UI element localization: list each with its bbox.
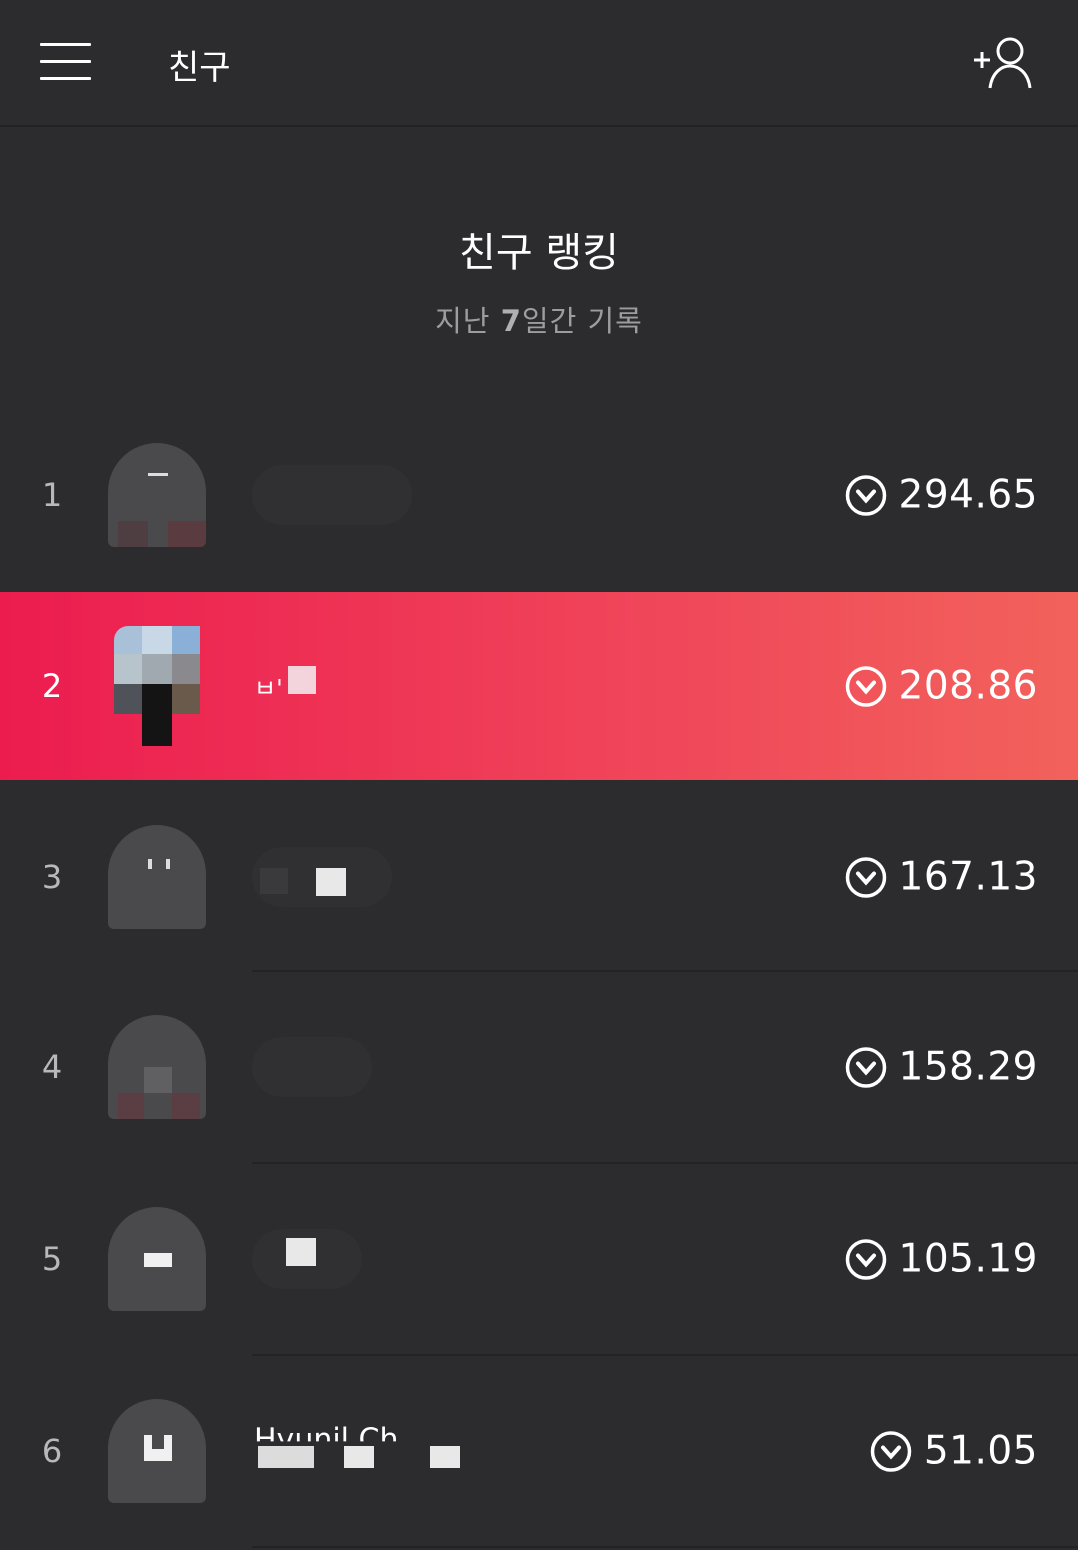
score: 294.65 (845, 473, 1038, 518)
chevron-down-circle-icon (845, 474, 886, 516)
score: 167.13 (845, 855, 1038, 900)
name-redacted (316, 868, 346, 896)
name-redacted (252, 465, 412, 525)
score: 105.19 (845, 1237, 1038, 1282)
list-item[interactable]: 4 158.29 (0, 972, 1078, 1162)
chevron-down-circle-icon (870, 1430, 912, 1472)
rank-number: 3 (41, 858, 63, 896)
avatar (108, 1207, 206, 1311)
rank-number: 6 (41, 1432, 63, 1470)
name-redacted (258, 1446, 314, 1468)
chevron-down-circle-icon (845, 1238, 886, 1280)
score: 208.86 (845, 664, 1038, 709)
list-item[interactable]: 1 294.65 (0, 400, 1078, 590)
score: 158.29 (845, 1045, 1038, 1090)
friend-name: ㅂ' (254, 674, 283, 703)
list-item[interactable]: 5 105.19 (0, 1164, 1078, 1354)
chevron-down-circle-icon (845, 1046, 886, 1088)
top-bar: 친구 (0, 0, 1078, 127)
name-redacted (260, 868, 288, 894)
add-friend-icon[interactable] (970, 34, 1040, 94)
list-item[interactable]: 3 167.13 (0, 782, 1078, 972)
name-redacted (286, 1238, 316, 1266)
score-value: 294.65 (898, 472, 1038, 518)
chevron-down-circle-icon (845, 856, 886, 898)
score-value: 51.05 (923, 1428, 1038, 1474)
chevron-down-circle-icon (845, 665, 886, 707)
rank-number: 2 (41, 667, 63, 705)
hamburger-menu-icon[interactable] (40, 43, 91, 81)
avatar (108, 626, 206, 746)
rank-number: 4 (41, 1048, 63, 1086)
score-value: 167.13 (898, 854, 1038, 900)
avatar (108, 825, 206, 929)
row-divider (252, 1546, 1078, 1548)
score-value: 208.86 (898, 663, 1038, 709)
name-redacted (430, 1446, 460, 1468)
avatar (108, 443, 206, 547)
list-item[interactable]: 6 Hyunil Ch 51.05 (0, 1356, 1078, 1546)
rank-number: 5 (41, 1240, 63, 1278)
page-title: 친구 (168, 48, 231, 88)
list-item-current-user[interactable]: 2 ㅂ' 208.86 (0, 592, 1078, 780)
score-value: 158.29 (898, 1044, 1038, 1090)
name-redacted (344, 1446, 374, 1468)
ranking-subtitle: 지난 7일간 기록 (435, 304, 643, 338)
name-redacted (288, 666, 316, 694)
score-value: 105.19 (898, 1236, 1038, 1282)
rank-number: 1 (41, 476, 63, 514)
avatar (108, 1399, 206, 1503)
avatar (108, 1015, 206, 1119)
ranking-title: 친구 랭킹 (459, 230, 619, 276)
score: 51.05 (870, 1429, 1038, 1474)
name-redacted (252, 1037, 372, 1097)
